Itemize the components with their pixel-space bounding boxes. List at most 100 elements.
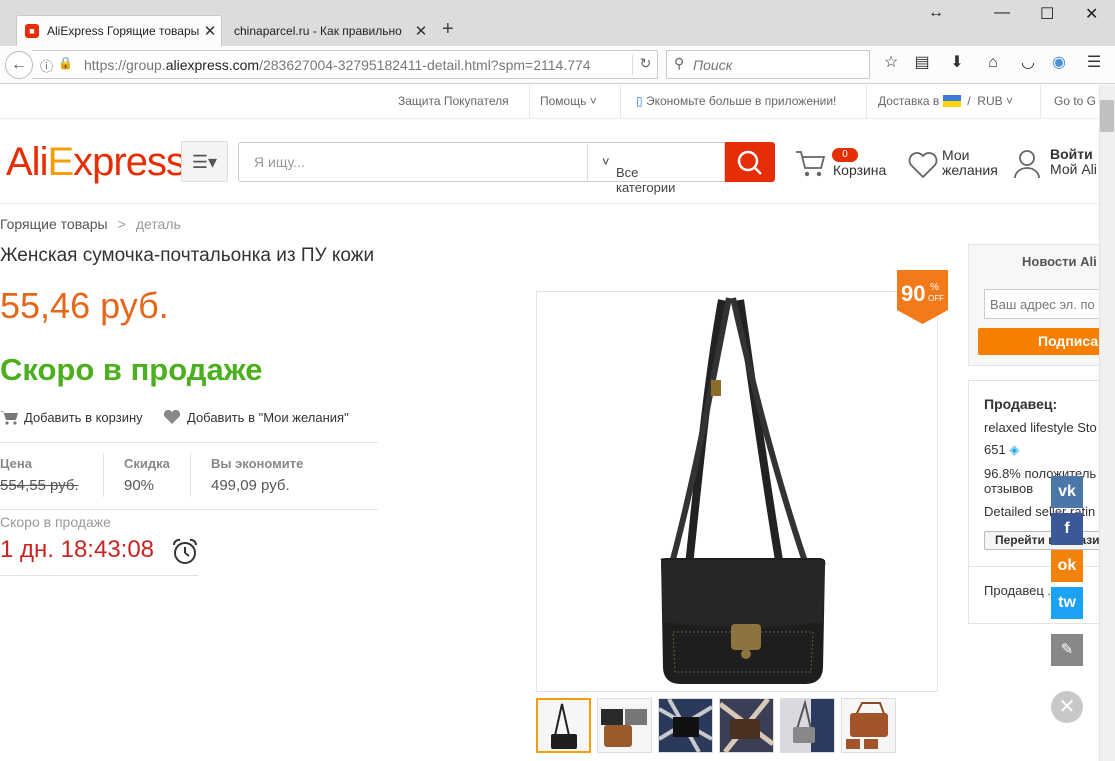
tab-chinaparcel[interactable]: chinaparcel.ru - Как правильно ✕: [226, 15, 432, 46]
maximize-icon[interactable]: ☐: [1040, 4, 1054, 24]
breadcrumb-home[interactable]: Горящие товары: [0, 216, 108, 232]
cart-label[interactable]: Корзина: [833, 163, 886, 178]
ship-to-selector[interactable]: Доставка в / RUB ˅: [878, 94, 1013, 108]
close-window-icon[interactable]: ✕: [1085, 4, 1098, 24]
resize-icon[interactable]: ↔: [928, 4, 944, 22]
cart-count-badge: 0: [832, 148, 858, 162]
add-to-wishlist-link[interactable]: Добавить в "Мои желания": [163, 409, 349, 425]
lock-warning-icon[interactable]: 🔒: [58, 56, 73, 70]
heart-icon[interactable]: [907, 150, 939, 183]
new-tab-icon[interactable]: +: [442, 18, 454, 41]
address-bar[interactable]: ⓘ 🔒 https://group.aliexpress.com/2836270…: [32, 50, 658, 79]
help-link[interactable]: Помощь ˅: [540, 94, 597, 108]
go-to-global-link[interactable]: Go to G: [1054, 94, 1096, 108]
divider: [0, 442, 378, 443]
divider: [866, 85, 867, 119]
newsletter-title: Новости Ali: [1022, 254, 1097, 269]
store-name-link[interactable]: relaxed lifestyle Sto: [984, 420, 1097, 435]
divider: [968, 566, 1108, 567]
thumbnail-4[interactable]: [719, 698, 774, 753]
url-text[interactable]: https://group.aliexpress.com/283627004-3…: [84, 57, 591, 73]
vk-share-icon[interactable]: vk: [1051, 476, 1083, 508]
divider: [0, 575, 198, 576]
divider: [103, 453, 104, 497]
discount-value: 90%: [124, 477, 155, 494]
thumbnail-2[interactable]: [597, 698, 652, 753]
search-placeholder: Поиск: [693, 57, 733, 73]
facebook-share-icon[interactable]: f: [1051, 513, 1083, 545]
close-tab-icon[interactable]: ✕: [199, 22, 221, 40]
download-icon[interactable]: ⬇: [946, 52, 968, 74]
reload-icon[interactable]: ↻: [632, 55, 658, 75]
divider: [190, 453, 191, 497]
reading-list-icon[interactable]: ▤: [911, 52, 933, 74]
tab-aliexpress[interactable]: ■ AliExpress Горящие товары ✕: [16, 15, 222, 46]
bookmark-star-icon[interactable]: ☆: [880, 52, 902, 74]
info-icon[interactable]: ⓘ: [40, 56, 53, 75]
alarm-clock-icon: [170, 537, 200, 570]
close-share-icon[interactable]: ✕: [1051, 691, 1083, 723]
email-placeholder: Ваш адрес эл. по: [990, 297, 1095, 312]
close-tab-icon[interactable]: ✕: [410, 22, 432, 40]
add-to-cart-link[interactable]: Добавить в корзину: [0, 409, 143, 425]
minimize-icon[interactable]: —: [994, 4, 1010, 22]
edit-pencil-icon[interactable]: ✎: [1051, 634, 1083, 666]
tab-title: chinaparcel.ru - Как правильно: [234, 23, 402, 38]
original-price: 554,55 руб.: [0, 477, 79, 494]
category-select[interactable]: Все категории ˅: [587, 142, 725, 195]
thumbnail-6[interactable]: [841, 698, 896, 753]
product-search-input[interactable]: Я ищу...: [238, 142, 588, 182]
diamond-icon: ◈: [1009, 442, 1020, 457]
seller-title: Продавец:: [984, 396, 1058, 412]
product-price: 55,46 руб.: [0, 285, 169, 326]
home-icon[interactable]: ⌂: [982, 52, 1004, 74]
breadcrumb: Горящие товары > деталь: [0, 216, 181, 232]
visit-store-button[interactable]: Перейти в магази: [984, 531, 1108, 550]
pocket-icon[interactable]: ◡: [1017, 52, 1039, 74]
search-icon: [737, 150, 762, 175]
original-price-block: Цена 554,55 руб.: [0, 456, 79, 494]
breadcrumb-current: деталь: [135, 216, 181, 232]
thumbnail-3[interactable]: [658, 698, 713, 753]
search-button[interactable]: [725, 142, 775, 182]
cart-icon[interactable]: [795, 148, 826, 178]
menu-icon[interactable]: ☰: [1083, 52, 1105, 74]
wishlist-link[interactable]: Мои желания: [942, 148, 998, 178]
twitter-share-icon[interactable]: tw: [1051, 587, 1083, 619]
product-title: Женская сумочка-почтальонка из ПУ кожи: [0, 245, 375, 266]
handbag-image: [660, 297, 826, 692]
categories-menu-button[interactable]: ☰▾: [181, 141, 228, 182]
category-selected: Все категории ˅: [602, 154, 676, 195]
account-link[interactable]: Войти Мой Ali: [1050, 147, 1097, 177]
cart-icon: [0, 411, 18, 425]
user-icon[interactable]: [1013, 148, 1043, 183]
scrollbar-thumb[interactable]: [1100, 100, 1114, 132]
subscribe-button[interactable]: Подписа: [978, 328, 1108, 355]
header-divider: [0, 203, 1100, 204]
aliexpress-logo[interactable]: AliExpress™: [6, 140, 194, 185]
buyer-protection-link[interactable]: Защита Покупателя: [398, 94, 509, 108]
site-top-bar: Защита Покупателя Помощь ˅ ▯ Экономьте б…: [0, 85, 1100, 119]
email-field[interactable]: Ваш адрес эл. по: [984, 289, 1114, 319]
phone-icon: ▯: [636, 94, 643, 108]
tab-title: AliExpress Горящие товары: [47, 24, 199, 38]
browser-search-input[interactable]: ⚲ Поиск: [666, 50, 870, 79]
browser-tab-bar: ■ AliExpress Горящие товары ✕ chinaparce…: [0, 0, 1115, 46]
discount-block: Скидка 90%: [124, 456, 170, 494]
thumbnail-5[interactable]: [780, 698, 835, 753]
discount-badge: 90 % OFF: [897, 270, 948, 324]
savings-value: 499,09 руб.: [211, 477, 290, 494]
divider: [1040, 85, 1041, 119]
countdown-timer: 1 дн. 18:43:08: [0, 536, 155, 563]
page-scrollbar[interactable]: [1099, 85, 1115, 761]
savings-block: Вы экономите 499,09 руб.: [211, 456, 304, 494]
product-main-image[interactable]: [536, 291, 938, 692]
divider: [529, 85, 530, 119]
back-icon[interactable]: ←: [5, 51, 33, 79]
app-promo-link[interactable]: ▯ Экономьте больше в приложении!: [636, 94, 836, 108]
seller-items-link[interactable]: Продавец ...: [984, 583, 1058, 598]
search-icon: ⚲: [674, 55, 685, 71]
extension-icon[interactable]: ◉: [1048, 52, 1070, 74]
thumbnail-1[interactable]: [536, 698, 591, 753]
odnoklassniki-share-icon[interactable]: ok: [1051, 550, 1083, 582]
